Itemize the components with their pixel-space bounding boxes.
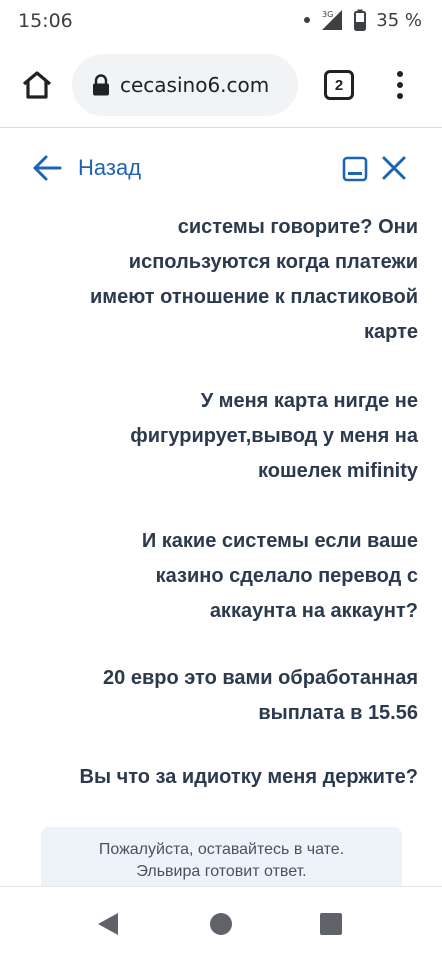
tab-switcher-button[interactable]: 2	[324, 70, 354, 100]
menu-dot	[397, 93, 403, 99]
message-line: аккаунта на аккаунт?	[209, 600, 418, 622]
status-bar: 15:06 3G 35 %	[0, 0, 442, 42]
message-line: Вы что за идиотку меня держите?	[79, 766, 418, 788]
chat-message: И какие системы если ваше казино сделало…	[38, 524, 418, 629]
signal-icon: 3G	[322, 10, 343, 30]
chat-header: Назад	[0, 128, 442, 208]
chat-message: системы говорите? Они используются когда…	[18, 210, 418, 350]
message-line: системы говорите? Они	[177, 216, 418, 238]
back-triangle-icon[interactable]	[97, 912, 119, 936]
browser-toolbar: cecasino6.com 2	[0, 42, 442, 128]
message-line: казино сделало перевод с	[155, 565, 418, 587]
tab-count: 2	[334, 76, 344, 94]
home-circle-icon[interactable]	[210, 913, 232, 935]
message-line: выплата в 15.56	[258, 702, 418, 724]
menu-dot	[397, 71, 403, 77]
message-line: фигурирует,вывод у меня на	[130, 425, 418, 447]
system-nav-bar	[0, 886, 442, 960]
notification-dot-icon	[304, 17, 311, 23]
chat-message: Вы что за идиотку меня держите?	[0, 760, 418, 795]
signal-label: 3G	[322, 10, 333, 19]
status-icons: 3G 35 %	[304, 9, 422, 31]
message-line: имеют отношение к пластиковой	[90, 286, 418, 308]
home-icon	[22, 71, 52, 99]
close-icon[interactable]	[380, 154, 408, 182]
message-line: кошелек mifinity	[258, 460, 418, 482]
status-time: 15:06	[18, 10, 73, 32]
message-line: У меня карта нигде не	[200, 390, 418, 412]
message-line: И какие системы если ваше	[141, 530, 418, 552]
back-button[interactable]: Назад	[32, 150, 141, 186]
message-line: карте	[363, 321, 418, 343]
more-vert-icon[interactable]	[388, 68, 412, 102]
message-line: используются когда платежи	[128, 251, 418, 273]
back-label: Назад	[78, 155, 142, 180]
chat-message: 20 евро это вами обработанная выплата в …	[38, 661, 418, 731]
arrow-left-icon	[33, 155, 62, 181]
lock-icon	[93, 74, 109, 96]
chat-message: У меня карта нигде не фигурирует,вывод у…	[38, 384, 418, 489]
minimize-icon[interactable]	[342, 156, 368, 182]
notice-line: Эльвира готовит ответ.	[136, 863, 307, 880]
address-bar[interactable]: cecasino6.com	[72, 54, 298, 116]
battery-icon	[354, 9, 367, 31]
notice-line: Пожалуйста, оставайтесь в чате.	[98, 841, 345, 858]
home-button[interactable]	[18, 66, 56, 104]
url-text: cecasino6.com	[120, 73, 270, 97]
agent-typing-notice: Пожалуйста, оставайтесь в чате. Эльвира …	[41, 827, 402, 887]
battery-percent: 35 %	[376, 9, 422, 31]
recents-square-icon[interactable]	[320, 913, 342, 935]
menu-dot	[397, 82, 403, 88]
message-line: 20 евро это вами обработанная	[103, 667, 418, 689]
